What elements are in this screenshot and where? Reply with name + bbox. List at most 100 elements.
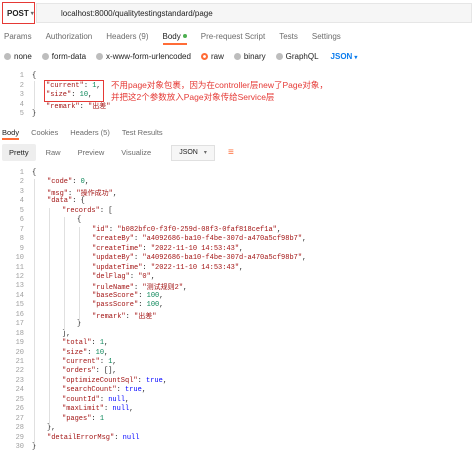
code-line: "data": { bbox=[47, 197, 85, 205]
body-option-form-data[interactable]: form-data bbox=[41, 52, 86, 61]
code-line: ], bbox=[62, 330, 70, 338]
json-key: "records" bbox=[62, 206, 100, 215]
body-option-binary[interactable]: binary bbox=[233, 51, 266, 61]
view-mode-raw[interactable]: Raw bbox=[39, 144, 68, 161]
line-number: 23 bbox=[15, 376, 24, 385]
body-option-label: binary bbox=[243, 51, 266, 61]
code-line: "maxLimit": null, bbox=[62, 405, 133, 413]
indent-guide bbox=[49, 207, 50, 426]
code-line: "records": [ bbox=[62, 207, 112, 215]
json-comma: , bbox=[159, 301, 164, 310]
json-colon: : bbox=[72, 197, 81, 206]
tab-body[interactable]: Body bbox=[162, 32, 187, 45]
body-option-x-www-form-urlencoded[interactable]: x-www-form-urlencoded bbox=[96, 52, 191, 61]
tab-headers-9[interactable]: Headers (9) bbox=[106, 32, 148, 41]
line-number: 16 bbox=[15, 310, 24, 319]
view-mode-pretty[interactable]: Pretty bbox=[2, 144, 36, 161]
response-tab-test-results[interactable]: Test Results bbox=[122, 128, 163, 137]
line-number: 18 bbox=[15, 329, 24, 338]
code-line: "updateBy": "a4092686-ba10-f4be-307d-a47… bbox=[92, 254, 306, 262]
method-select[interactable]: POST ▾ bbox=[2, 2, 35, 24]
code-line: "orders": [], bbox=[62, 367, 117, 375]
json-value: "2022-11-10 14:53:43" bbox=[150, 263, 240, 272]
method-label: POST bbox=[7, 8, 29, 18]
radio-icon bbox=[275, 52, 283, 60]
radio-icon bbox=[96, 52, 104, 60]
line-number: 11 bbox=[15, 263, 24, 272]
line-number: 21 bbox=[15, 358, 24, 366]
active-dot-icon bbox=[182, 34, 187, 39]
code-line: "delFlag": "0", bbox=[92, 273, 155, 281]
body-type-options: none form-data x-www-form-urlencoded raw bin… bbox=[0, 49, 474, 63]
json-punct: } bbox=[77, 320, 82, 329]
line-number: 24 bbox=[15, 386, 24, 395]
json-key: "remark" bbox=[92, 312, 126, 321]
line-number: 3 bbox=[19, 187, 24, 196]
json-value: null bbox=[112, 405, 130, 414]
response-tab-headers-5[interactable]: Headers (5) bbox=[70, 128, 110, 137]
json-key: "pages" bbox=[62, 414, 92, 423]
code-line: "baseScore": 100, bbox=[92, 292, 163, 300]
json-colon: : bbox=[95, 367, 105, 376]
json-key: "countId" bbox=[62, 395, 100, 404]
tab-tests[interactable]: Tests bbox=[279, 32, 298, 41]
json-comma: , bbox=[104, 339, 109, 348]
code-line: "createBy": "a4092686-ba10-f4be-307d-a47… bbox=[92, 235, 306, 243]
json-key: "updateBy" bbox=[92, 254, 135, 263]
line-number: 13 bbox=[15, 282, 24, 291]
indent-guide bbox=[34, 179, 35, 445]
json-punct: { bbox=[77, 216, 82, 225]
json-colon: : bbox=[99, 206, 109, 215]
url-text: localhost:8000/qualitytestingstandard/pa… bbox=[61, 8, 213, 18]
tab-pre-request-script[interactable]: Pre-request Script bbox=[201, 32, 265, 41]
json-punct: }, bbox=[47, 424, 56, 433]
tab-authorization[interactable]: Authorization bbox=[46, 32, 93, 41]
json-colon: : bbox=[138, 301, 147, 310]
json-colon: : bbox=[79, 102, 89, 111]
body-format-select[interactable]: JSON ▾ bbox=[331, 52, 358, 61]
view-mode-preview[interactable]: Preview bbox=[71, 144, 112, 161]
tab-params[interactable]: Params bbox=[4, 32, 32, 41]
line-number: 19 bbox=[15, 339, 24, 348]
json-key: "remark" bbox=[46, 102, 80, 111]
json-comma: , bbox=[112, 358, 117, 366]
body-option-label: raw bbox=[210, 51, 224, 61]
json-colon: : bbox=[91, 414, 100, 423]
json-value: "出差" bbox=[134, 312, 157, 321]
response-tab-body[interactable]: Body bbox=[2, 128, 20, 140]
body-option-graphql[interactable]: GraphQL bbox=[275, 52, 319, 61]
json-punct: { bbox=[32, 169, 37, 177]
json-key: "delFlag" bbox=[92, 272, 130, 281]
radio-icon bbox=[41, 52, 49, 60]
json-colon: : bbox=[108, 225, 118, 234]
line-number: 4 bbox=[19, 197, 24, 206]
json-open: { bbox=[80, 197, 85, 206]
body-option-none[interactable]: none bbox=[4, 52, 32, 61]
json-punct: ], bbox=[62, 329, 71, 338]
response-toolbar: Pretty Raw Preview Visualize JSON ▾ ≡ bbox=[0, 143, 474, 162]
json-comma: , bbox=[239, 244, 244, 253]
wrap-lines-button[interactable]: ≡ bbox=[223, 145, 239, 161]
json-comma: , bbox=[141, 386, 147, 395]
body-option-raw[interactable]: raw bbox=[200, 51, 224, 61]
tab-settings[interactable]: Settings bbox=[312, 32, 341, 41]
json-comma: , bbox=[112, 367, 117, 376]
line-number: 15 bbox=[15, 301, 24, 310]
json-colon: : bbox=[137, 376, 147, 385]
json-key: "baseScore" bbox=[92, 291, 139, 300]
indent-guide bbox=[79, 226, 80, 322]
json-colon: : bbox=[138, 291, 147, 300]
view-mode-visualize[interactable]: Visualize bbox=[114, 144, 158, 161]
url-input[interactable]: localhost:8000/qualitytestingstandard/pa… bbox=[36, 3, 472, 23]
indent-guide bbox=[64, 217, 65, 331]
response-tab-cookies[interactable]: Cookies bbox=[31, 128, 58, 137]
response-format-select[interactable]: JSON ▾ bbox=[171, 144, 215, 161]
json-value: "a4092686-ba10-f4be-307d-a470a5cf98b7" bbox=[142, 254, 303, 263]
json-key: "code" bbox=[47, 178, 73, 187]
code-line: "countId": null, bbox=[62, 396, 129, 404]
line-number: 9 bbox=[19, 244, 24, 253]
annotation-line-1: 不用page对象包裹，因为在controller层new了Page对象， bbox=[111, 80, 328, 90]
json-colon: : bbox=[116, 386, 126, 395]
params-highlight-box bbox=[44, 80, 104, 102]
line-number: 10 bbox=[15, 254, 24, 263]
